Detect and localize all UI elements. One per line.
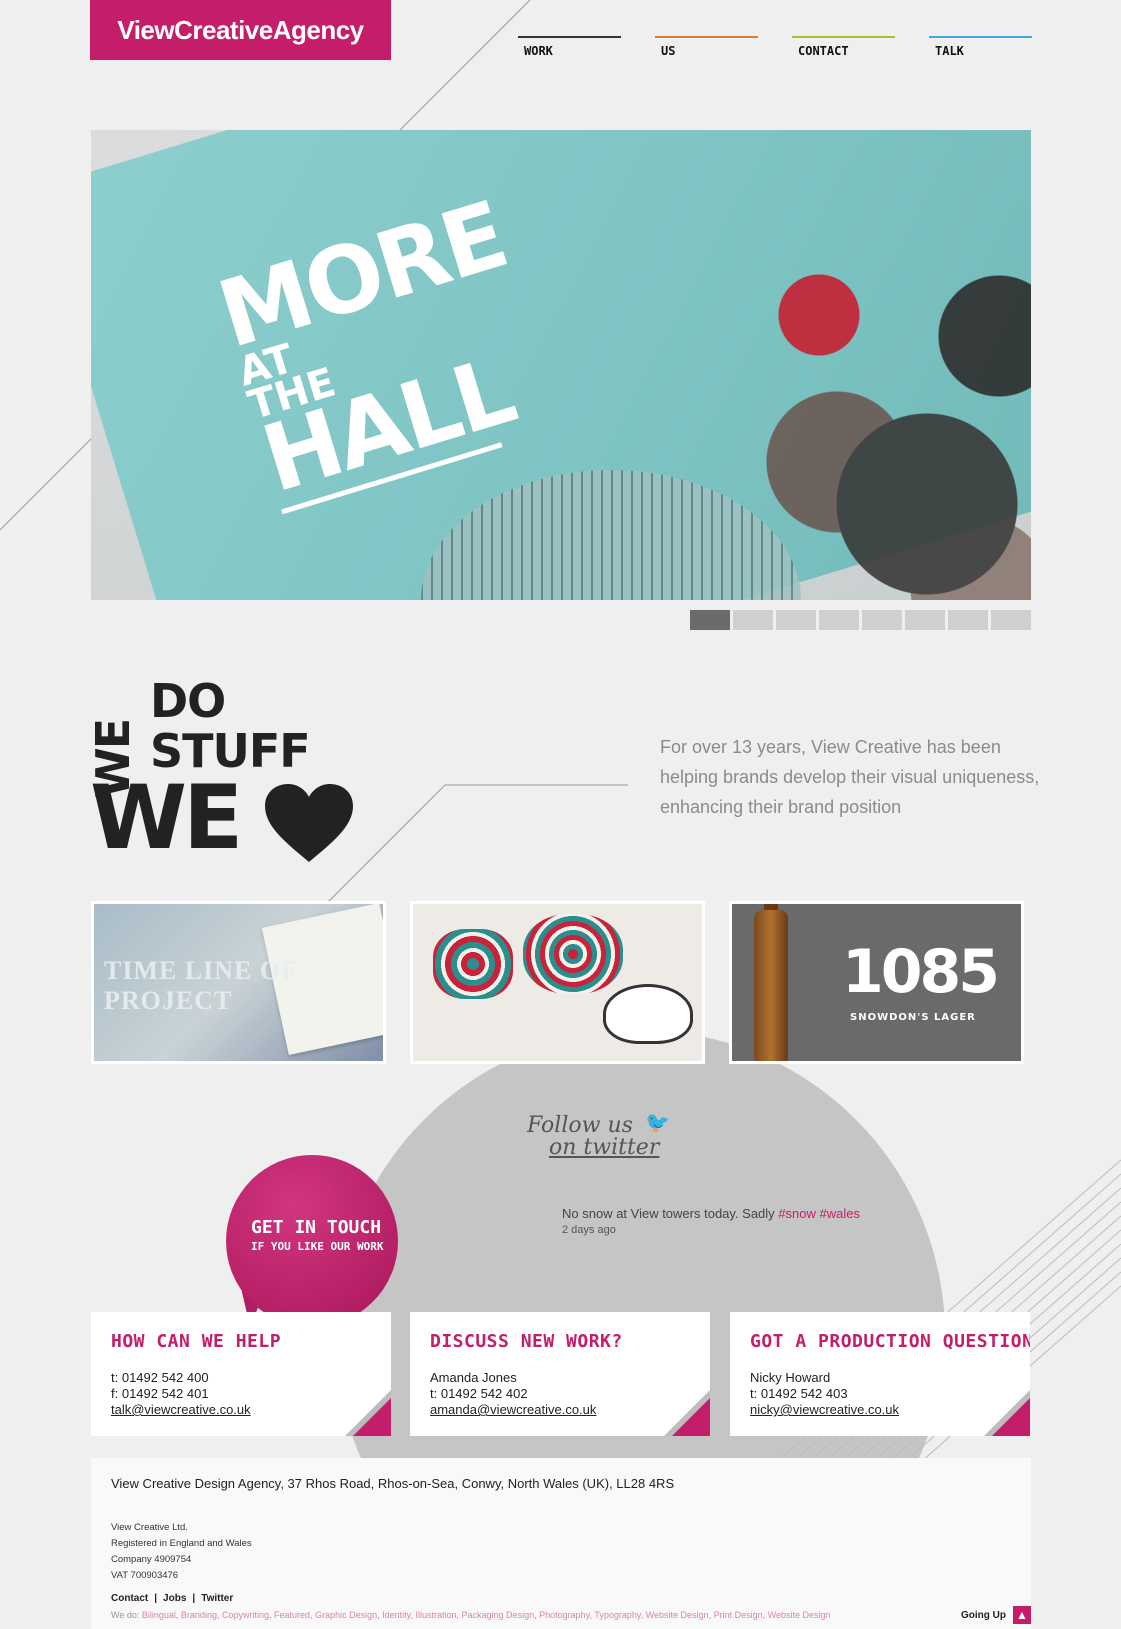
project-thumb-lager[interactable]: 1085 SNOWDON'S LAGER xyxy=(729,901,1024,1064)
lager-brand-number: 1085 xyxy=(842,937,1000,1007)
bubble-line1: GET IN TOUCH xyxy=(251,1217,382,1238)
legal-registration: Registered in England and Wales xyxy=(111,1538,252,1549)
card-line2: t: 01492 542 403 xyxy=(750,1386,848,1401)
swan-illustration xyxy=(603,984,693,1044)
card-email-link[interactable]: talk@viewcreative.co.uk xyxy=(111,1402,251,1417)
footer-link-jobs[interactable]: Jobs xyxy=(163,1593,186,1604)
thumb-illustration-shape xyxy=(523,914,623,994)
slider-pager xyxy=(690,610,1031,630)
footer-link-contact[interactable]: Contact xyxy=(111,1593,148,1604)
tagline-we-large: WE xyxy=(90,766,243,869)
follow-us-on-twitter[interactable]: Follow us on twitter 🐦 xyxy=(527,1111,687,1160)
get-in-touch-bubble[interactable]: GET IN TOUCH IF YOU LIKE OUR WORK xyxy=(226,1155,398,1327)
slider-dot[interactable] xyxy=(819,610,859,630)
service-link[interactable]: Featured xyxy=(274,1610,310,1620)
card-title: GOT A PRODUCTION QUESTION? xyxy=(750,1331,1030,1352)
card-line1: Nicky Howard xyxy=(750,1370,831,1385)
service-link[interactable]: Website Design xyxy=(768,1610,831,1620)
logo[interactable]: ViewCreativeAgency xyxy=(90,0,391,60)
service-link[interactable]: Illustration xyxy=(415,1610,456,1620)
bubble-line2: IF YOU LIKE OUR WORK xyxy=(251,1240,384,1253)
nav-work[interactable]: WORK xyxy=(518,36,621,58)
thumb-timeline-text: TIME LINE OF PROJECT xyxy=(104,956,298,1015)
slider-dot[interactable] xyxy=(776,610,816,630)
footer-link-twitter[interactable]: Twitter xyxy=(201,1593,233,1604)
card-line2: t: 01492 542 402 xyxy=(430,1386,528,1401)
card-email-link[interactable]: nicky@viewcreative.co.uk xyxy=(750,1402,899,1417)
hashtag-wales[interactable]: #wales xyxy=(820,1206,860,1221)
service-link[interactable]: Bilingual xyxy=(142,1610,176,1620)
card-corner xyxy=(353,1398,391,1436)
bird-icon: 🐦 xyxy=(645,1110,670,1134)
slider-dot[interactable] xyxy=(991,610,1031,630)
card-line2: f: 01492 542 401 xyxy=(111,1386,209,1401)
service-link[interactable]: Print Design xyxy=(714,1610,763,1620)
tagline-we-do-stuff-we-love: WE DO STUFF WE xyxy=(86,674,353,869)
going-up-label[interactable]: Going Up xyxy=(961,1610,1006,1621)
hero-slide[interactable]: MORE AT THE HALL xyxy=(91,130,1031,600)
card-line1: t: 01492 542 400 xyxy=(111,1370,209,1385)
contact-card-production: GOT A PRODUCTION QUESTION? Nicky Howard … xyxy=(730,1312,1030,1436)
service-link[interactable]: Packaging Design xyxy=(462,1610,535,1620)
separator: | xyxy=(192,1593,196,1604)
slider-dot[interactable] xyxy=(733,610,773,630)
thumb-illustration-shape xyxy=(433,929,513,999)
service-link[interactable]: Graphic Design xyxy=(315,1610,377,1620)
services-prefix: We do: xyxy=(111,1610,140,1620)
tweet-text: No snow at View towers today. Sadly xyxy=(562,1206,775,1221)
slider-dot[interactable] xyxy=(690,610,730,630)
legal-company-name: View Creative Ltd. xyxy=(111,1522,188,1533)
card-line1: Amanda Jones xyxy=(430,1370,517,1385)
footer: View Creative Design Agency, 37 Rhos Roa… xyxy=(91,1458,1031,1629)
card-corner xyxy=(672,1398,710,1436)
project-thumb-timeline[interactable]: TIME LINE OF PROJECT xyxy=(91,901,386,1064)
hero-collage-image xyxy=(711,210,1031,600)
service-link[interactable]: Identity xyxy=(382,1610,410,1620)
slider-dot[interactable] xyxy=(905,610,945,630)
lager-brand-name: SNOWDON'S LAGER xyxy=(850,1012,976,1023)
heart-icon xyxy=(265,784,353,862)
tweet-time: 2 days ago xyxy=(562,1224,616,1236)
nav-talk[interactable]: TALK xyxy=(929,36,1032,58)
footer-legal: View Creative Ltd. Registered in England… xyxy=(111,1520,252,1584)
bottle-image xyxy=(754,910,788,1061)
footer-address: View Creative Design Agency, 37 Rhos Roa… xyxy=(111,1476,675,1491)
footer-links: Contact | Jobs | Twitter xyxy=(111,1593,233,1604)
card-email-link[interactable]: amanda@viewcreative.co.uk xyxy=(430,1402,596,1417)
service-link[interactable]: Typography xyxy=(594,1610,640,1620)
legal-vat: VAT 700903476 xyxy=(111,1570,179,1581)
tweet: No snow at View towers today. Sadly #sno… xyxy=(562,1206,860,1221)
project-thumb-illustration[interactable] xyxy=(410,901,705,1064)
service-link[interactable]: Branding xyxy=(181,1610,217,1620)
intro-text: For over 13 years, View Creative has bee… xyxy=(660,737,1040,817)
footer-services: We do: Bilingual, Branding, Copywriting,… xyxy=(111,1610,831,1620)
legal-company-number: Company 4909754 xyxy=(111,1554,192,1565)
nav-contact[interactable]: CONTACT xyxy=(792,36,895,58)
slider-dot[interactable] xyxy=(948,610,988,630)
contact-card-new-work: DISCUSS NEW WORK? Amanda Jones t: 01492 … xyxy=(410,1312,710,1436)
hashtag-snow[interactable]: #snow xyxy=(778,1206,816,1221)
follow-line2: on twitter xyxy=(549,1135,660,1160)
separator: | xyxy=(154,1593,158,1604)
service-link[interactable]: Photography xyxy=(539,1610,589,1620)
contact-card-help: HOW CAN WE HELP t: 01492 542 400 f: 0149… xyxy=(91,1312,391,1436)
card-corner xyxy=(992,1398,1030,1436)
slider-dot[interactable] xyxy=(862,610,902,630)
card-title: DISCUSS NEW WORK? xyxy=(430,1331,623,1352)
chevron-up-icon[interactable]: ▲ xyxy=(1013,1606,1031,1624)
nav-us[interactable]: US xyxy=(655,36,758,58)
service-link[interactable]: Website Design xyxy=(646,1610,709,1620)
service-link[interactable]: Copywriting xyxy=(222,1610,269,1620)
tagline-do: DO xyxy=(150,674,226,728)
card-title: HOW CAN WE HELP xyxy=(111,1331,282,1352)
